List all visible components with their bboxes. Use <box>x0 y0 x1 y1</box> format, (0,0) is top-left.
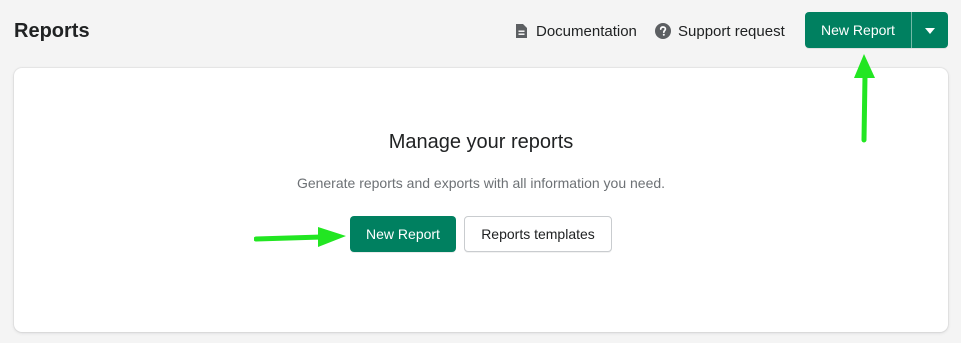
question-circle-icon <box>655 23 671 39</box>
new-report-dropdown-button[interactable] <box>912 12 948 48</box>
header-new-report-button[interactable]: New Report <box>805 12 911 48</box>
empty-state-description: Generate reports and exports with all in… <box>296 175 666 191</box>
caret-down-icon <box>925 21 935 39</box>
support-request-link[interactable]: Support request <box>655 20 785 42</box>
page-title: Reports <box>14 20 90 42</box>
empty-state-heading: Manage your reports <box>388 131 574 153</box>
empty-state-card: Manage your reports Generate reports and… <box>14 68 948 332</box>
reports-page: Reports Documentation Support request Ne… <box>0 0 961 343</box>
support-request-label: Support request <box>678 22 785 40</box>
documentation-label: Documentation <box>536 22 637 40</box>
new-report-split-button: New Report <box>805 12 948 48</box>
documentation-link[interactable]: Documentation <box>513 20 637 42</box>
new-report-button[interactable]: New Report <box>350 216 456 252</box>
reports-templates-button[interactable]: Reports templates <box>464 216 612 252</box>
document-icon <box>513 23 529 39</box>
